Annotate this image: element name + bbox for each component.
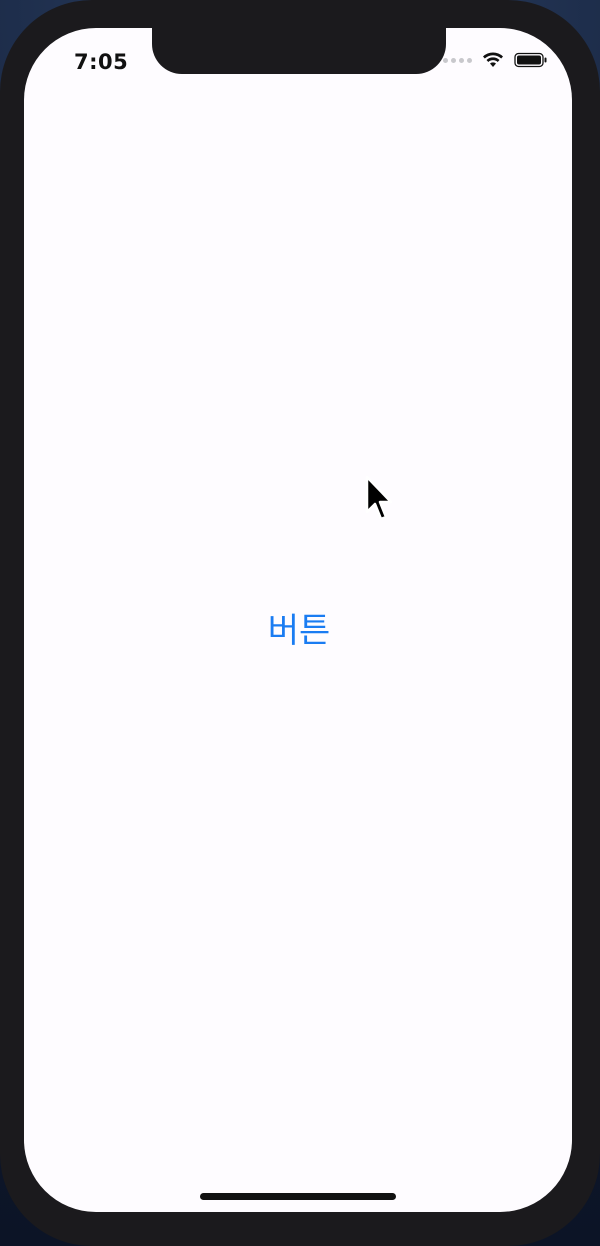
status-bar-time: 7:05 <box>74 50 129 74</box>
iphone-simulator-frame: 7:05 버튼 <box>0 0 600 1246</box>
cellular-signal-icon <box>443 57 472 63</box>
main-button[interactable]: 버튼 <box>254 602 344 652</box>
battery-icon <box>514 52 548 68</box>
app-screen: 7:05 버튼 <box>24 28 572 1212</box>
wifi-icon <box>482 52 504 68</box>
status-bar-indicators <box>443 52 548 68</box>
mouse-cursor-icon <box>364 474 396 524</box>
device-notch <box>152 28 446 74</box>
home-indicator[interactable] <box>200 1193 396 1200</box>
